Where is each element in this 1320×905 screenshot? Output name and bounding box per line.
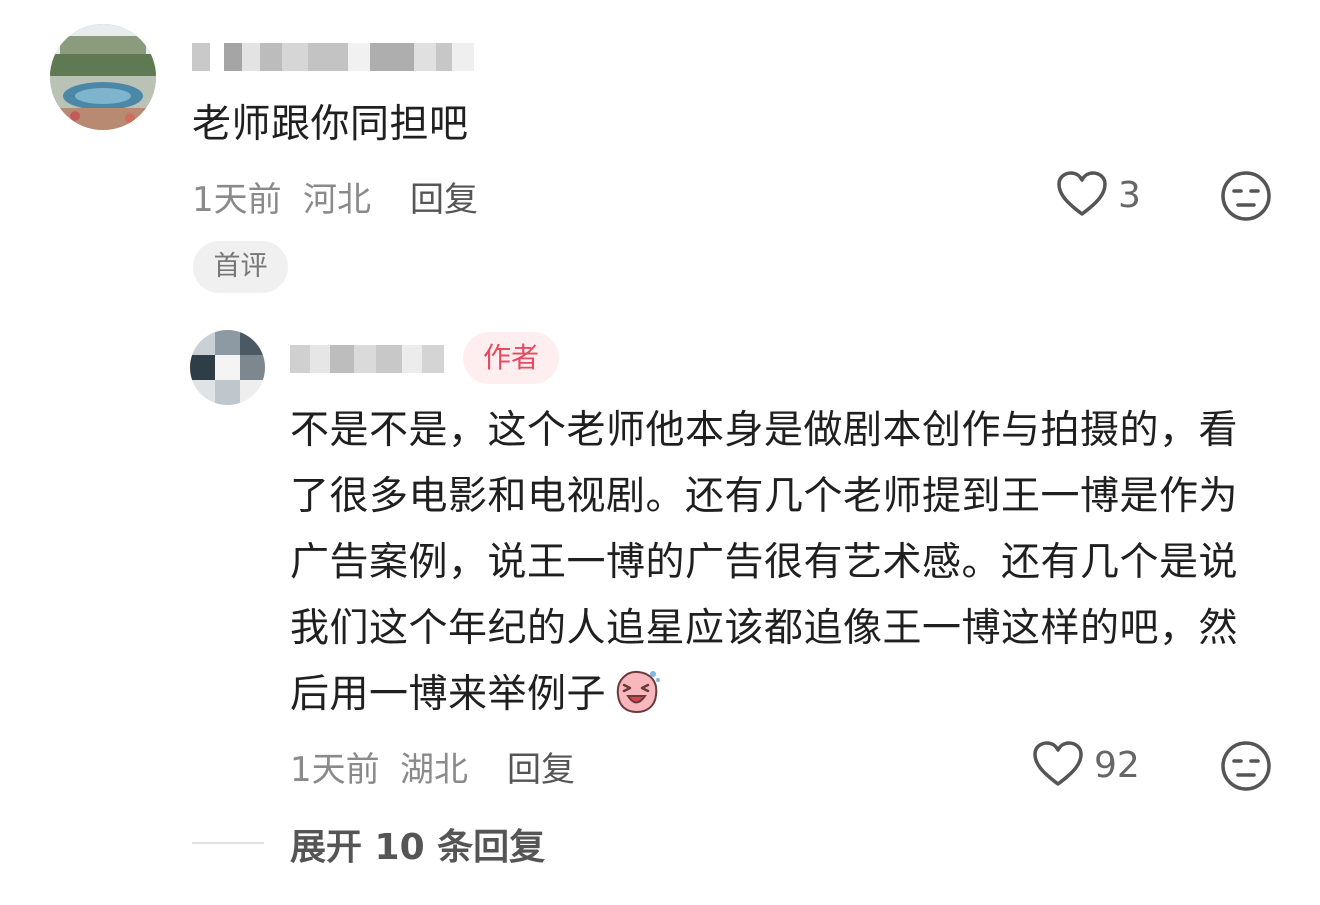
comment-reply-button[interactable]: 回复 [410,172,478,221]
commenter-username[interactable] [192,40,474,74]
heart-outline-icon [1033,741,1083,786]
reply-like-count: 92 [1094,745,1140,786]
reply-like-button[interactable] [1032,740,1084,788]
comment-location: 河北 [303,180,371,220]
comment-dislike-button[interactable] [1220,170,1272,222]
expand-divider [192,842,264,844]
comment-text: 老师跟你同担吧 [192,102,469,147]
first-comment-badge: 首评 [193,241,288,293]
comment-time: 1天前 [192,180,282,220]
reply-dislike-button[interactable] [1220,740,1272,792]
heart-outline-icon [1057,171,1107,216]
reply-location: 湖北 [400,750,468,790]
comment-like-button[interactable] [1056,170,1108,218]
reply-reply-button[interactable]: 回复 [507,742,575,791]
reply-time: 1天前 [290,750,380,790]
commenter-avatar[interactable] [50,24,156,130]
laughing-face-sticker-icon [616,670,661,714]
reply-text-content: 不是不是，这个老师他本身是做剧本创作与拍摄的，看了很多电影和电视剧。还有几个老师… [290,408,1239,717]
comment-like-count: 3 [1118,175,1141,216]
neutral-face-icon [1221,741,1271,791]
reply-text: 不是不是，这个老师他本身是做剧本创作与拍摄的，看了很多电影和电视剧。还有几个老师… [290,398,1255,728]
author-badge: 作者 [463,332,559,384]
expand-replies-button[interactable]: 展开 10 条回复 [290,818,545,870]
author-username[interactable] [290,342,444,376]
neutral-face-icon [1221,171,1271,221]
author-avatar[interactable] [190,330,265,405]
